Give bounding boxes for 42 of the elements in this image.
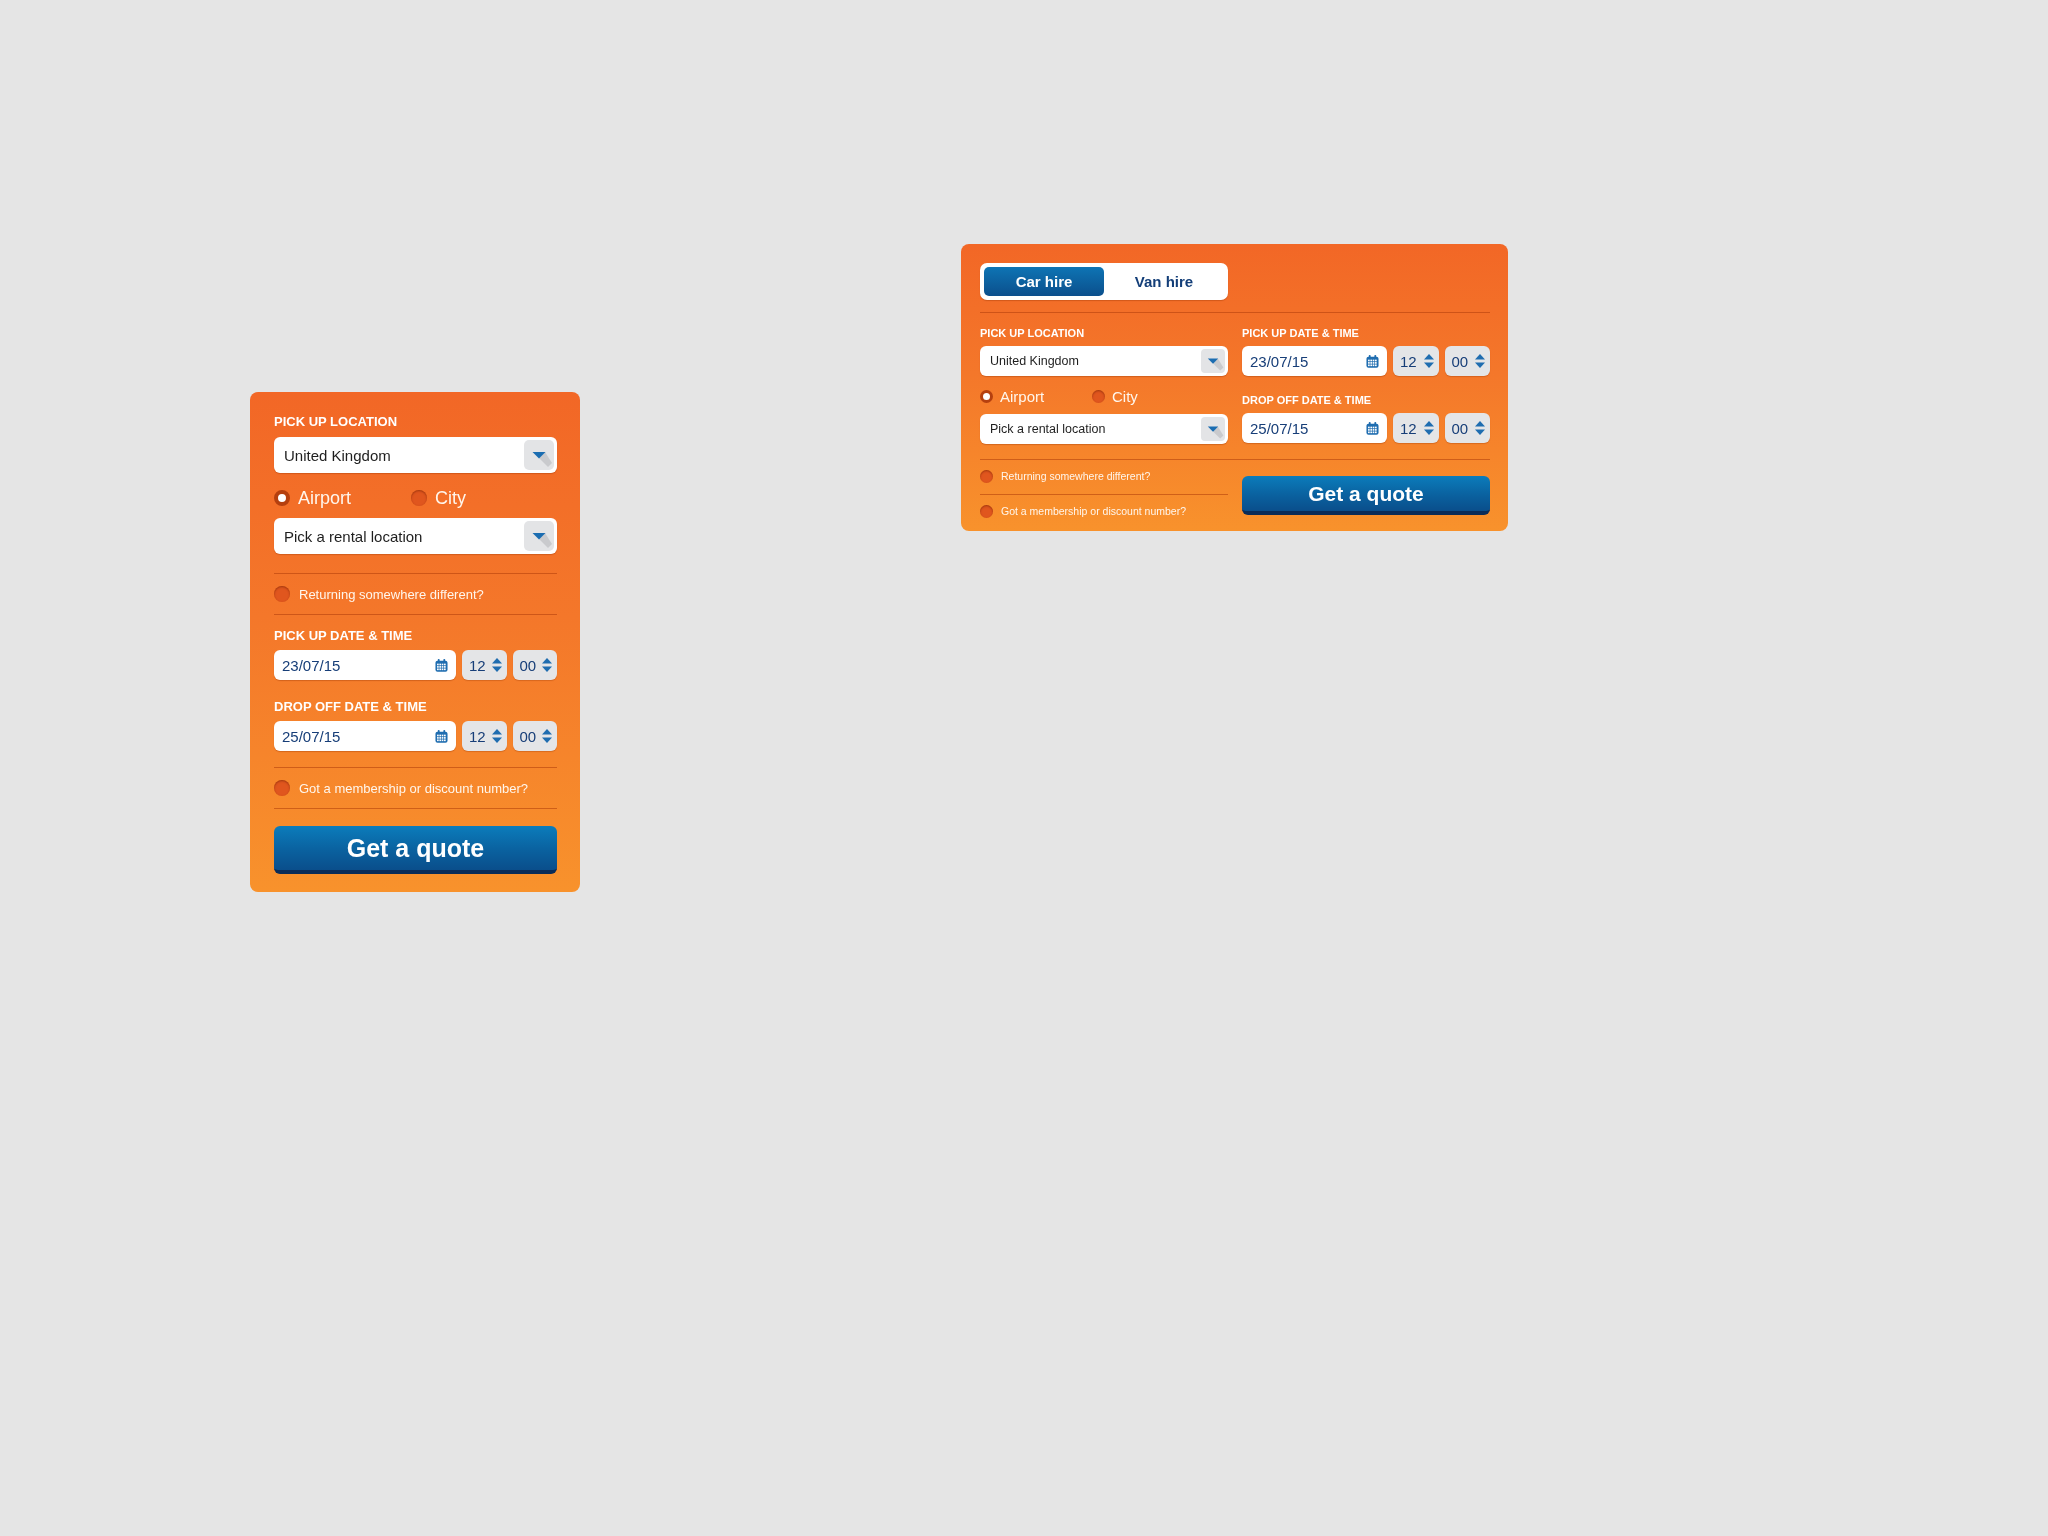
date-field[interactable]: 23/07/15 — [274, 650, 456, 680]
dropdown-caret-icon — [1201, 349, 1225, 373]
rental-location-dropdown[interactable]: Pick a rental location — [274, 518, 557, 554]
spinner-arrows-icon — [1423, 421, 1434, 435]
spinner-arrows-icon — [542, 729, 552, 743]
section-label: DROP OFF DATE & TIME — [274, 698, 428, 715]
section-label: PICK UP LOCATION — [980, 327, 1086, 340]
dropdown-caret-icon — [1201, 417, 1225, 441]
section-label: PICK UP LOCATION — [274, 413, 399, 430]
date-field[interactable]: 25/07/15 — [274, 721, 456, 751]
minute-spinner[interactable]: 00 — [512, 721, 557, 751]
hour-spinner[interactable]: 12 — [1393, 346, 1439, 376]
hour-spinner[interactable]: 12 — [462, 650, 507, 680]
minute-spinner[interactable]: 00 — [1444, 413, 1490, 443]
tab[interactable]: Car hire — [984, 267, 1104, 296]
calendar-icon — [435, 729, 448, 743]
date-field[interactable]: 25/07/15 — [1242, 413, 1387, 443]
calendar-icon — [435, 658, 448, 672]
hour-spinner[interactable]: 12 — [1393, 413, 1439, 443]
hour-spinner[interactable]: 12 — [462, 721, 507, 751]
country-dropdown[interactable]: United Kingdom — [274, 437, 557, 473]
section-label: DROP OFF DATE & TIME — [1242, 394, 1373, 407]
spinner-arrows-icon — [1475, 354, 1485, 368]
section-label: PICK UP DATE & TIME — [1242, 327, 1360, 340]
spinner-arrows-icon — [1475, 421, 1485, 435]
calendar-icon — [1366, 354, 1379, 368]
date-field[interactable]: 23/07/15 — [1242, 346, 1387, 376]
spinner-arrows-icon — [542, 658, 552, 672]
minute-spinner[interactable]: 00 — [1444, 346, 1490, 376]
get-quote-button[interactable]: Get a quote — [1242, 476, 1490, 515]
rental-location-dropdown[interactable]: Pick a rental location — [980, 414, 1228, 444]
get-quote-button[interactable]: Get a quote — [274, 826, 557, 874]
dropdown-caret-icon — [524, 521, 554, 551]
tab[interactable]: Van hire — [1104, 267, 1224, 296]
section-label: PICK UP DATE & TIME — [274, 627, 414, 644]
calendar-icon — [1366, 421, 1379, 435]
spinner-arrows-icon — [491, 658, 502, 672]
spinner-arrows-icon — [1423, 354, 1434, 368]
spinner-arrows-icon — [491, 729, 502, 743]
dropdown-caret-icon — [524, 440, 554, 470]
country-dropdown[interactable]: United Kingdom — [980, 346, 1228, 376]
minute-spinner[interactable]: 00 — [512, 650, 557, 680]
